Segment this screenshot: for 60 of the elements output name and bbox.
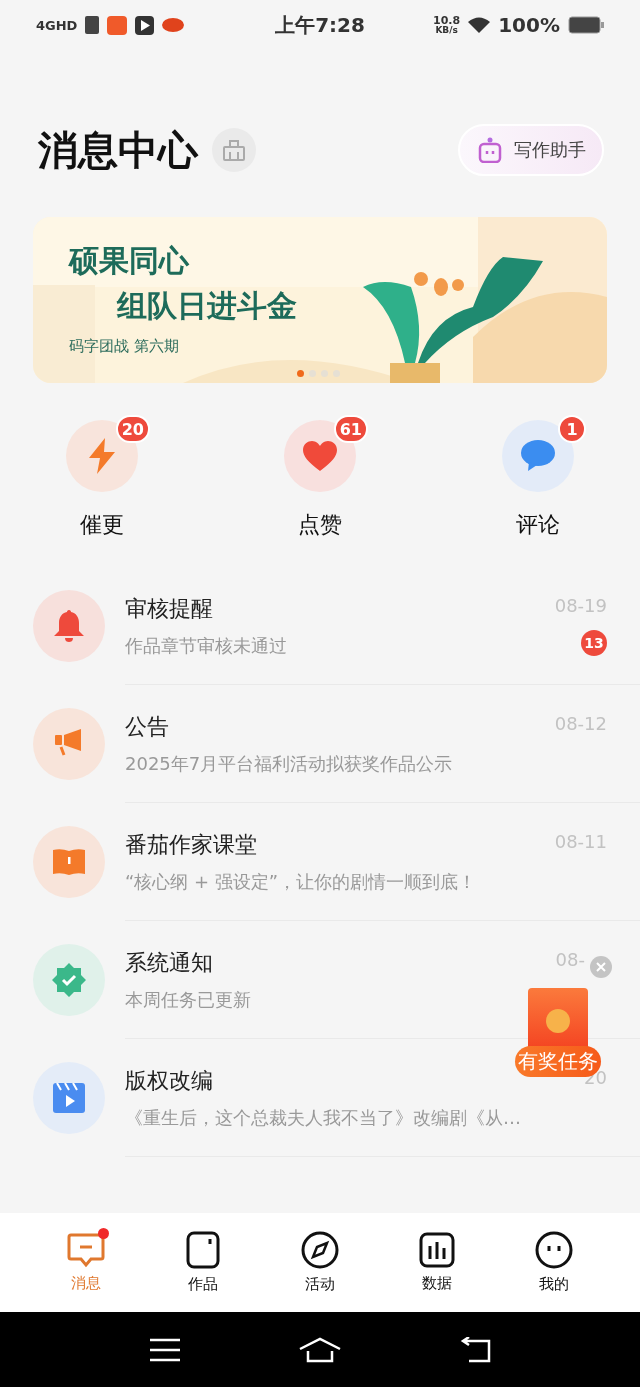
face-icon (535, 1231, 574, 1269)
play-icon (135, 15, 155, 35)
tomato-icon (162, 18, 185, 32)
writing-assistant-button[interactable]: 写作助手 (458, 124, 604, 176)
battery-icon (568, 16, 604, 34)
back-icon (459, 1336, 491, 1363)
app-icon (107, 15, 128, 35)
shortcut-label: 点赞 (298, 511, 342, 539)
close-icon (596, 962, 606, 972)
banner-headline: 硕果同心 (69, 242, 190, 280)
close-button[interactable] (590, 956, 612, 978)
lightning-icon (87, 438, 117, 474)
battery-percent: 100% (498, 15, 560, 35)
message-preview: 2025年7月平台福利活动拟获奖作品公示 (125, 751, 454, 776)
message-title: 审核提醒 (125, 594, 214, 623)
tab-item[interactable]: 数据 (402, 1232, 473, 1293)
banner-headline: 组队日进斗金 (117, 287, 297, 325)
bell-icon (54, 610, 84, 642)
shortcut-label: 评论 (516, 511, 560, 539)
banner-caption: 码字团战 第六期 (69, 337, 180, 356)
back-button[interactable] (459, 1336, 491, 1363)
message-title: 公告 (125, 712, 170, 741)
rounded-square-icon (185, 1231, 220, 1269)
verified-badge-icon (52, 963, 86, 997)
network-speed: 10.8 (433, 15, 461, 26)
count-badge: 20 (115, 415, 150, 443)
bar-chart-icon (419, 1232, 456, 1268)
message-title: 版权改编 (125, 1066, 214, 1095)
carousel-dot[interactable] (297, 370, 304, 377)
book-icon (53, 848, 85, 876)
home-button[interactable] (299, 1336, 341, 1363)
tab-item[interactable]: 活动 (284, 1231, 355, 1294)
robot-icon (478, 137, 502, 163)
wifi-icon (468, 17, 491, 33)
tab-item[interactable]: 我的 (519, 1231, 590, 1294)
basket-icon (222, 138, 246, 162)
tab-item[interactable]: 作品 (167, 1231, 238, 1294)
shortcut-label: 催更 (80, 511, 124, 539)
heart-icon (303, 441, 337, 471)
speed-unit: KB/s (435, 26, 458, 35)
message-preview: 本周任务已更新 (125, 987, 252, 1012)
speech-bubble-icon (521, 440, 555, 472)
clapperboard-icon (53, 1083, 85, 1113)
compass-icon (300, 1231, 339, 1269)
network-type: 4GHD (36, 18, 78, 32)
message-preview: 《重生后，这个总裁夫人我不当了》改编剧《从… (125, 1105, 522, 1130)
unread-badge: 13 (581, 630, 607, 656)
message-icon (66, 1232, 105, 1268)
menu-icon (149, 1337, 181, 1362)
message-preview: “核心纲 + 强设定”，让你的剧情一顺到底！ (125, 869, 478, 894)
message-title: 番茄作家课堂 (125, 830, 258, 859)
count-badge: 1 (558, 415, 586, 443)
count-badge: 61 (333, 415, 368, 443)
page-title: 消息中心 (38, 124, 198, 175)
clear-button[interactable] (212, 128, 256, 172)
home-icon (299, 1336, 341, 1363)
menu-button[interactable] (149, 1337, 181, 1362)
message-preview: 作品章节审核未通过 (125, 633, 288, 658)
status-time: 上午7:28 (275, 15, 365, 35)
message-title: 系统通知 (125, 948, 214, 977)
